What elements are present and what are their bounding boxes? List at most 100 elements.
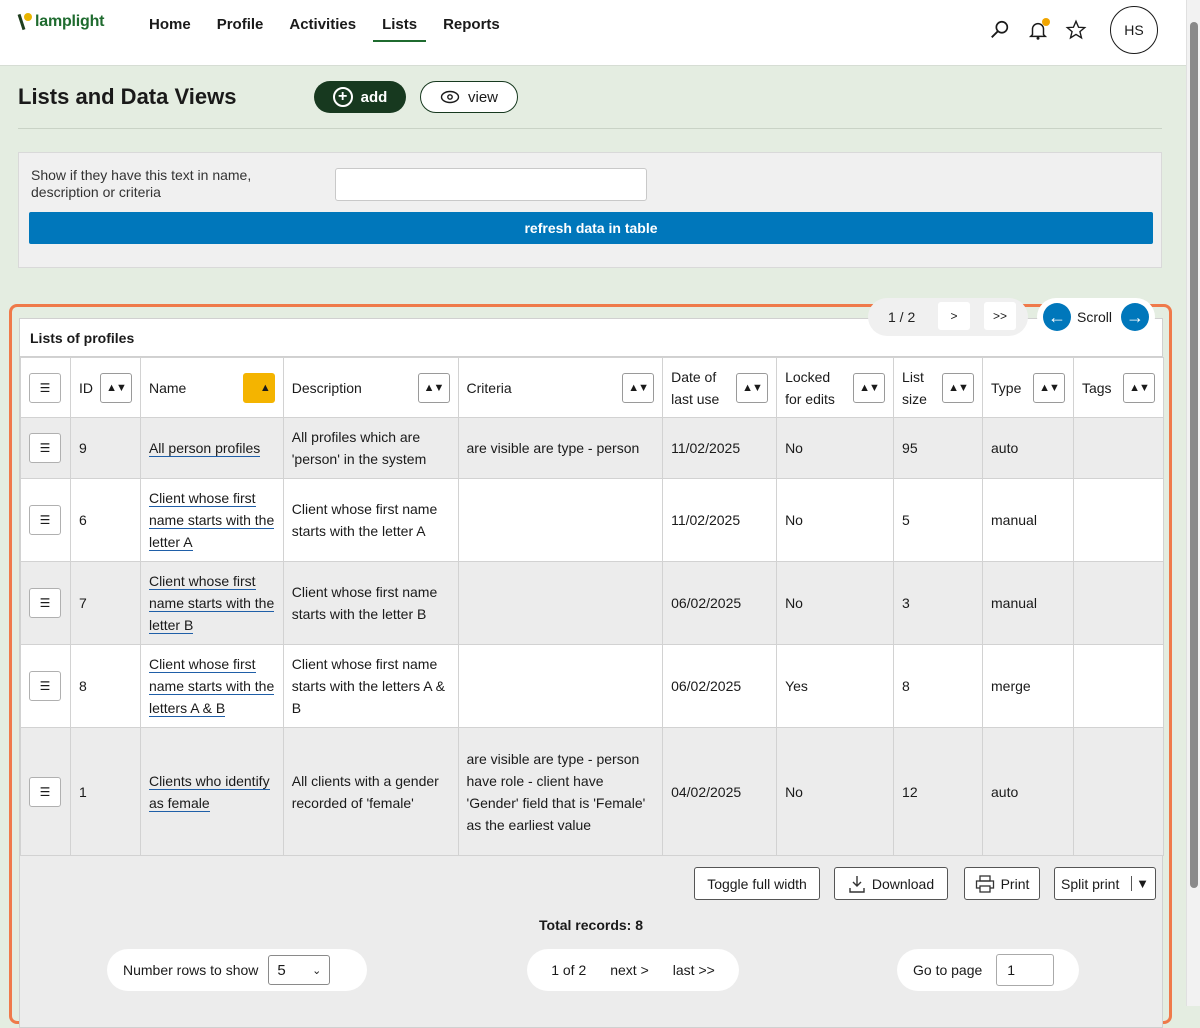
page-title: Lists and Data Views bbox=[18, 84, 237, 109]
cell-locked: No bbox=[776, 478, 895, 562]
cell-type: merge bbox=[982, 644, 1074, 728]
criteria-text: are visible are type - person bbox=[466, 440, 640, 456]
rows-to-show-select[interactable]: 5 ⌄ bbox=[268, 955, 331, 985]
download-icon bbox=[849, 875, 865, 893]
toggle-full-width-button[interactable]: Toggle full width bbox=[694, 867, 820, 900]
cell-id: 9 bbox=[69, 417, 141, 479]
split-print-button[interactable]: Split print ▼ bbox=[1054, 867, 1156, 900]
nav-profile[interactable]: Profile bbox=[208, 14, 273, 42]
eye-icon bbox=[440, 90, 460, 104]
lamplight-logo[interactable]: lamplight bbox=[18, 12, 105, 32]
cell-size: 12 bbox=[893, 727, 984, 856]
arrow-left-icon[interactable]: ← bbox=[1043, 303, 1071, 331]
cell-locked: No bbox=[776, 561, 895, 645]
row-menu-button[interactable]: ☰ bbox=[29, 433, 61, 463]
row-menu-cell: ☰ bbox=[20, 478, 71, 562]
list-name-link[interactable]: All person profiles bbox=[148, 440, 261, 457]
row-menu-button[interactable]: ☰ bbox=[29, 776, 61, 807]
header-size: List size ▲▼ bbox=[893, 357, 984, 418]
bell-icon[interactable] bbox=[1026, 18, 1050, 42]
cell-tags bbox=[1072, 561, 1165, 645]
page-indicator: 1 / 2 bbox=[888, 309, 916, 325]
last-page-button[interactable]: >> bbox=[984, 302, 1016, 330]
cell-type: manual bbox=[982, 478, 1074, 562]
scrollbar-thumb[interactable] bbox=[1190, 22, 1198, 888]
lamp-icon bbox=[18, 12, 32, 32]
cell-description: Client whose first name starts with the … bbox=[282, 561, 459, 645]
sort-size-button[interactable]: ▲▼ bbox=[942, 372, 975, 403]
print-label: Print bbox=[1000, 875, 1030, 892]
header-date: Date of last use ▲▼ bbox=[662, 357, 778, 418]
header-description: Description ▲▼ bbox=[282, 357, 459, 418]
header-description-label: Description bbox=[291, 379, 362, 396]
cell-id: 6 bbox=[69, 478, 141, 562]
list-name-link[interactable]: Client whose first name starts with the … bbox=[148, 573, 275, 634]
header-type: Type ▲▼ bbox=[982, 357, 1074, 418]
cell-date: 06/02/2025 bbox=[662, 561, 778, 645]
search-icon[interactable] bbox=[988, 18, 1012, 42]
row-menu-button[interactable]: ☰ bbox=[29, 588, 61, 618]
sort-type-button[interactable]: ▲▼ bbox=[1032, 372, 1065, 403]
cell-locked: Yes bbox=[776, 644, 895, 728]
cell-locked: No bbox=[776, 727, 895, 856]
cell-size: 5 bbox=[893, 478, 984, 562]
header-menu-cell: ☰ bbox=[20, 357, 71, 418]
page-of-label: 1 of 2 bbox=[551, 962, 587, 978]
cell-type: auto bbox=[982, 417, 1074, 479]
nav-lists[interactable]: Lists bbox=[373, 14, 427, 42]
cell-name: Client whose first name starts with the … bbox=[139, 561, 284, 645]
arrow-right-icon[interactable]: → bbox=[1121, 303, 1149, 331]
lists-table: ☰ ID ▲▼ Name ▲ Description ▲▼ Criteria ▲▼ Da… bbox=[20, 357, 1165, 856]
top-navigation-bar: lamplight Home Profile Activities Lists … bbox=[0, 0, 1186, 66]
search-text-input[interactable] bbox=[335, 168, 647, 201]
scroll-label: Scroll bbox=[1077, 309, 1113, 325]
divider bbox=[18, 128, 1162, 129]
sort-criteria-button[interactable]: ▲▼ bbox=[622, 372, 655, 403]
print-button[interactable]: Print bbox=[964, 867, 1040, 900]
cell-criteria: are visible are type - person have role … bbox=[457, 727, 664, 856]
list-name-link[interactable]: Client whose first name starts with the … bbox=[148, 490, 275, 551]
row-menu-button[interactable]: ☰ bbox=[29, 671, 61, 701]
description-text: All profiles which are 'person' in the s… bbox=[291, 429, 427, 467]
view-button-label: view bbox=[467, 88, 498, 106]
table-row: ☰ 1 Clients who identify as female All c… bbox=[20, 727, 1165, 856]
sort-name-button[interactable]: ▲ bbox=[242, 372, 275, 403]
header-locked-label: Locked for edits bbox=[785, 368, 835, 407]
last-page-link[interactable]: last >> bbox=[673, 962, 715, 978]
row-menu-button[interactable]: ☰ bbox=[29, 505, 61, 535]
nav-home[interactable]: Home bbox=[140, 14, 200, 42]
go-to-page-input[interactable]: 1 bbox=[996, 954, 1055, 986]
list-name-link[interactable]: Clients who identify as female bbox=[148, 772, 270, 812]
split-print-label: Split print bbox=[1061, 875, 1120, 892]
rows-to-show-value: 5 bbox=[277, 961, 286, 979]
cell-criteria bbox=[457, 561, 664, 645]
description-text: Client whose first name starts with the … bbox=[291, 584, 438, 622]
sort-description-button[interactable]: ▲▼ bbox=[417, 372, 450, 403]
sort-tags-button[interactable]: ▲▼ bbox=[1123, 372, 1155, 403]
nav-reports[interactable]: Reports bbox=[434, 14, 509, 42]
cell-id: 1 bbox=[69, 727, 141, 856]
add-button-label: add bbox=[360, 88, 388, 106]
refresh-button[interactable]: refresh data in table bbox=[29, 212, 1153, 244]
sort-id-button[interactable]: ▲▼ bbox=[99, 372, 132, 403]
sort-date-button[interactable]: ▲▼ bbox=[736, 372, 769, 403]
chevron-down-icon: ⌄ bbox=[312, 964, 322, 977]
top-pager: 1 / 2 > >> bbox=[868, 298, 1028, 336]
next-page-link[interactable]: next > bbox=[610, 962, 649, 978]
sort-locked-button[interactable]: ▲▼ bbox=[853, 372, 886, 403]
list-name-link[interactable]: Client whose first name starts with the … bbox=[148, 656, 275, 717]
page-scrollbar[interactable] bbox=[1186, 0, 1200, 1006]
nav-activities[interactable]: Activities bbox=[280, 14, 365, 42]
star-icon[interactable] bbox=[1064, 18, 1088, 42]
table-row: ☰ 7 Client whose first name starts with … bbox=[20, 561, 1165, 645]
go-to-page-label: Go to page bbox=[913, 962, 983, 978]
view-button[interactable]: view bbox=[420, 81, 518, 113]
add-button[interactable]: + add bbox=[314, 81, 406, 113]
header-name-label: Name bbox=[148, 379, 187, 396]
next-page-button[interactable]: > bbox=[938, 302, 970, 330]
description-text: Client whose first name starts with the … bbox=[291, 656, 446, 716]
user-avatar[interactable]: HS bbox=[1110, 6, 1158, 54]
cell-date: 11/02/2025 bbox=[662, 417, 778, 479]
column-menu-button[interactable]: ☰ bbox=[29, 372, 61, 403]
download-button[interactable]: Download bbox=[834, 867, 948, 900]
